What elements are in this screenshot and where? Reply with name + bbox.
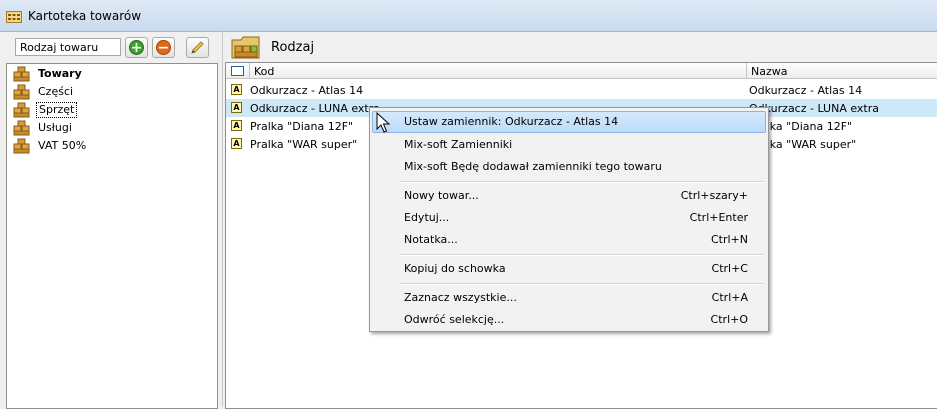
menu-item-set-replacement[interactable]: Ustaw zamiennik: Odkurzacz - Atlas 14 [372,111,766,133]
category-toolbar: Rodzaj towaru + − [6,33,218,63]
menu-item-new-product[interactable]: Nowy towar... Ctrl+szary+ [372,185,766,207]
folder-grid-icon [6,11,22,23]
stack-boxes-icon [13,84,30,100]
stack-boxes-icon [13,66,30,82]
cell-nazwa: Odkurzacz - Atlas 14 [749,84,863,97]
cell-kod: Pralka "Diana 12F" [250,120,354,133]
menu-item-edit[interactable]: Edytuj... Ctrl+Enter [372,207,766,229]
pane-title: Rodzaj [271,40,315,55]
remove-category-button[interactable]: − [152,37,175,58]
menu-item-mixsoft-replacements[interactable]: Mix-soft Zamienniki [372,134,766,156]
tree-item-label: Części [38,85,74,98]
menu-item-note[interactable]: Notatka... Ctrl+N [372,229,766,251]
product-type-icon: A [231,102,242,113]
column-kod[interactable]: Kod [250,63,747,79]
menu-item-mixsoft-add-replacements[interactable]: Mix-soft Będę dodawał zamienniki tego to… [372,156,766,178]
title-bar: Kartoteka towarów [0,0,937,32]
menu-item-label: Kopiuj do schowka [404,262,506,275]
menu-item-shortcut: Ctrl+N [710,233,748,246]
stack-boxes-icon [13,120,30,136]
tree-item-label: Sprzęt [36,102,78,118]
cell-kod: Odkurzacz - LUNA extra [250,102,381,115]
category-folder-icon [231,36,260,59]
menu-item-label: Mix-soft Zamienniki [404,138,513,151]
cell-kod: Pralka "WAR super" [250,138,358,151]
tree-item-label: Towary [38,67,82,80]
select-all-column[interactable] [226,63,250,79]
menu-separator [400,254,764,256]
plus-icon: + [129,40,144,56]
product-type-icon: A [231,138,242,149]
menu-item-copy[interactable]: Kopiuj do schowka Ctrl+C [372,258,766,280]
menu-item-label: Ustaw zamiennik: Odkurzacz - Atlas 14 [404,115,619,128]
menu-item-label: Mix-soft Będę dodawał zamienniki tego to… [404,160,662,173]
category-pane: Rodzaj towaru + − Towary Części Sprzęt U… [6,33,218,409]
product-type-icon: A [231,84,242,95]
pencil-icon [191,41,204,54]
edit-category-button[interactable] [186,37,209,58]
products-header: Rodzaj [225,31,937,62]
cell-kod: Odkurzacz - Atlas 14 [250,84,364,97]
select-all-icon [231,66,244,76]
menu-item-shortcut: Ctrl+Enter [689,211,748,224]
mouse-cursor-icon [376,112,391,133]
add-category-button[interactable]: + [125,37,148,58]
menu-item-label: Odwróć selekcję... [404,313,505,326]
menu-item-label: Nowy towar... [404,189,479,202]
menu-separator [400,283,764,285]
menu-item-shortcut: Ctrl+szary+ [680,189,748,202]
category-tree[interactable]: Towary Części Sprzęt Usługi VAT 50% [6,63,218,409]
stack-boxes-icon [13,138,30,154]
menu-item-shortcut: Ctrl+A [711,291,748,304]
context-menu: Ustaw zamiennik: Odkurzacz - Atlas 14 Mi… [369,107,769,332]
table-row[interactable]: A Odkurzacz - Atlas 14 Odkurzacz - Atlas… [226,81,937,99]
tree-item-label: Usługi [38,121,72,134]
menu-item-label: Zaznacz wszystkie... [404,291,517,304]
menu-item-shortcut: Ctrl+C [711,262,748,275]
stack-boxes-icon [13,102,30,118]
product-type-icon: A [231,120,242,131]
category-type-field[interactable]: Rodzaj towaru [15,38,121,56]
menu-item-select-all[interactable]: Zaznacz wszystkie... Ctrl+A [372,287,766,309]
menu-item-label: Edytuj... [404,211,450,224]
pane-splitter[interactable] [222,31,223,407]
menu-separator [400,181,764,183]
tree-item-label: VAT 50% [38,139,87,152]
window-title: Kartoteka towarów [28,9,142,23]
menu-item-shortcut: Ctrl+O [710,313,748,326]
column-nazwa[interactable]: Nazwa [747,63,937,79]
minus-icon: − [156,40,171,56]
menu-item-label: Notatka... [404,233,458,246]
menu-item-invert-selection[interactable]: Odwróć selekcję... Ctrl+O [372,309,766,331]
